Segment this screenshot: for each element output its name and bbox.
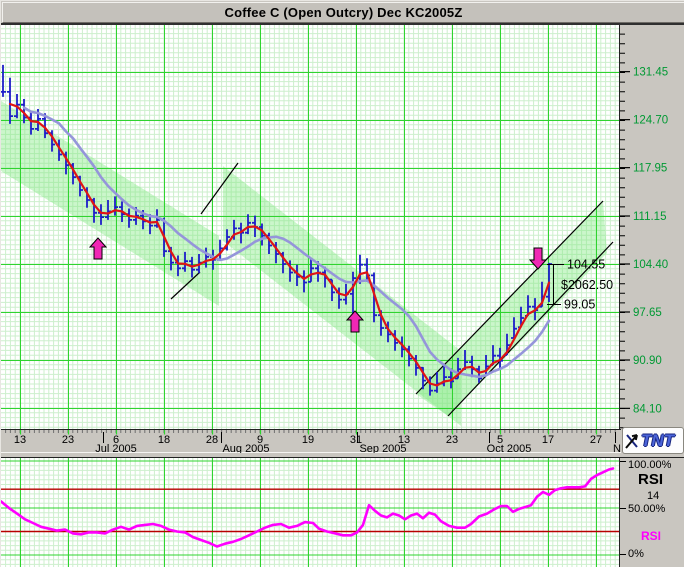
rsi-axis-100-label: 100.00%: [628, 459, 672, 471]
date-axis-partial-month-label: No: [613, 443, 621, 453]
date-axis-month-label: Jul 2005: [95, 443, 137, 453]
rsi-50-tick: [620, 508, 626, 509]
price-axis-label: 97.65: [633, 307, 662, 319]
rsi-0-tick: [620, 554, 626, 555]
price-axis-label: 111.15: [633, 211, 666, 223]
date-axis-day-label: 17: [542, 434, 554, 446]
rsi-legend-label: RSI: [641, 529, 662, 543]
tnt-logo-text: TNT: [641, 430, 675, 450]
rsi-plot-area[interactable]: [1, 457, 619, 567]
date-axis-day-label: 13: [14, 434, 26, 446]
measure-value-label: $2062.50: [561, 278, 613, 292]
price-axis-label: 90.90: [633, 355, 662, 367]
price-axis-label: 104.40: [633, 259, 668, 271]
price-axis: 131.45 124.70 117.95 111.15 104.40 97.65 90.90…: [619, 25, 684, 429]
tnt-logo: TNT: [622, 427, 684, 454]
rsi-axis-50-label: 50.00%: [628, 503, 666, 515]
tnt-logo-mark-icon: [625, 433, 638, 449]
date-axis-svg: 13 23 6 18 28 9 19 31 13 23 5 17 27Jul 2005 Aug 2005 S…: [5, 430, 621, 453]
price-axis-label: 131.45: [633, 67, 668, 79]
date-axis-day-label: 18: [158, 434, 170, 446]
rsi-svg: [1, 458, 619, 567]
date-axis-minor-ticks: [5, 430, 616, 433]
rsi-indicator-title: RSI: [638, 471, 664, 488]
date-axis: 13 23 6 18 28 9 19 31 13 23 5 17 27 Jul 2005 Aug 2005 S…: [1, 429, 621, 453]
date-axis-day-label: 19: [302, 434, 314, 446]
window-title-bar[interactable]: Coffee C (Open Outcry) Dec KC2005Z: [2, 2, 684, 23]
price-chart-plot-area[interactable]: 104.55 $2062.50 99.05: [1, 25, 619, 429]
chart-window: Coffee C (Open Outcry) Dec KC2005Z 104.5…: [0, 0, 684, 567]
price-axis-label: 117.95: [633, 163, 667, 175]
rsi-100-tick: [620, 461, 626, 462]
price-chart-svg: 104.55 $2062.50 99.05: [1, 25, 619, 429]
measure-high-label: 104.55: [567, 258, 605, 272]
window-title: Coffee C (Open Outcry) Dec KC2005Z: [224, 5, 463, 20]
date-axis-day-label: 28: [206, 434, 218, 446]
price-axis-label: 124.70: [633, 115, 668, 127]
trend-channel-band: [1, 101, 219, 306]
measure-low-label: 99.05: [564, 298, 595, 312]
date-axis-month-label: Sep 2005: [359, 443, 406, 453]
rsi-grid-minor: [1, 458, 619, 567]
rsi-period-value: 14: [647, 490, 660, 502]
date-axis-month-label: Aug 2005: [222, 443, 269, 453]
date-axis-day-label: 27: [590, 434, 602, 446]
date-axis-month-label: Oct 2005: [487, 443, 532, 453]
price-axis-svg: 131.45 124.70 117.95 111.15 104.40 97.65 90.90…: [620, 25, 668, 429]
rsi-axis-0-label: 0%: [628, 548, 644, 560]
price-axis-ticks: [620, 25, 625, 429]
rsi-side-panel: 100.00% RSI 14 50.00% RSI 0%: [619, 457, 684, 567]
date-axis-day-label: 23: [446, 434, 458, 446]
date-axis-day-label: 23: [62, 434, 74, 446]
price-axis-label: 84.10: [633, 403, 662, 415]
